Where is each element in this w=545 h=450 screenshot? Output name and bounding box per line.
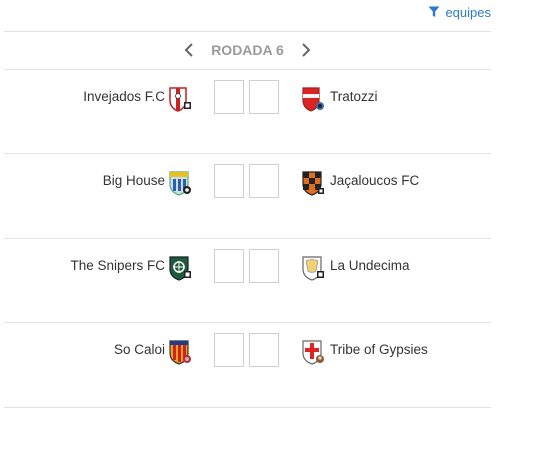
away-team-name: Tribe of Gypsies: [330, 342, 428, 357]
divider: [4, 407, 491, 408]
match-row: Big House Jaçaloucos FC: [4, 154, 491, 238]
home-score-input[interactable]: [214, 249, 244, 283]
away-team-crest-icon: [301, 170, 325, 196]
home-team-name: Invejados F.C: [83, 89, 165, 104]
chevron-right-icon: [302, 43, 311, 57]
home-score-input[interactable]: [214, 80, 244, 114]
home-score-input[interactable]: [214, 164, 244, 198]
away-score-input[interactable]: [249, 80, 279, 114]
home-score-input[interactable]: [214, 333, 244, 367]
next-round-button[interactable]: [298, 42, 314, 58]
filter-teams-button[interactable]: equipes: [428, 4, 491, 20]
home-team-name: The Snipers FC: [70, 258, 165, 273]
previous-round-button[interactable]: [181, 42, 197, 58]
away-score-input[interactable]: [249, 249, 279, 283]
away-team-crest-icon: [301, 255, 325, 281]
match-row: So Caloi Tribe of Gypsies: [4, 323, 491, 407]
away-team-crest-icon: [301, 86, 325, 112]
round-navigation: RODADA 6: [4, 31, 491, 69]
away-team-name: Jaçaloucos FC: [330, 173, 420, 188]
match-row: The Snipers FC La Undecima: [4, 239, 491, 323]
away-team-name: La Undecima: [330, 258, 410, 273]
chevron-left-icon: [184, 43, 193, 57]
home-team-crest-icon: [168, 255, 192, 281]
round-title: RODADA 6: [211, 42, 284, 58]
home-team-crest-icon: [168, 170, 192, 196]
away-score-input[interactable]: [249, 164, 279, 198]
home-team-name: Big House: [102, 173, 165, 188]
away-team-name: Tratozzi: [330, 89, 378, 104]
away-team-crest-icon: [301, 339, 325, 365]
home-team-crest-icon: [168, 339, 192, 365]
filter-icon: [428, 6, 440, 17]
filter-label: equipes: [445, 4, 491, 20]
away-score-input[interactable]: [249, 333, 279, 367]
home-team-crest-icon: [168, 86, 192, 112]
home-team-name: So Caloi: [113, 342, 165, 357]
match-row: Invejados F.C Tratozzi: [4, 70, 491, 154]
